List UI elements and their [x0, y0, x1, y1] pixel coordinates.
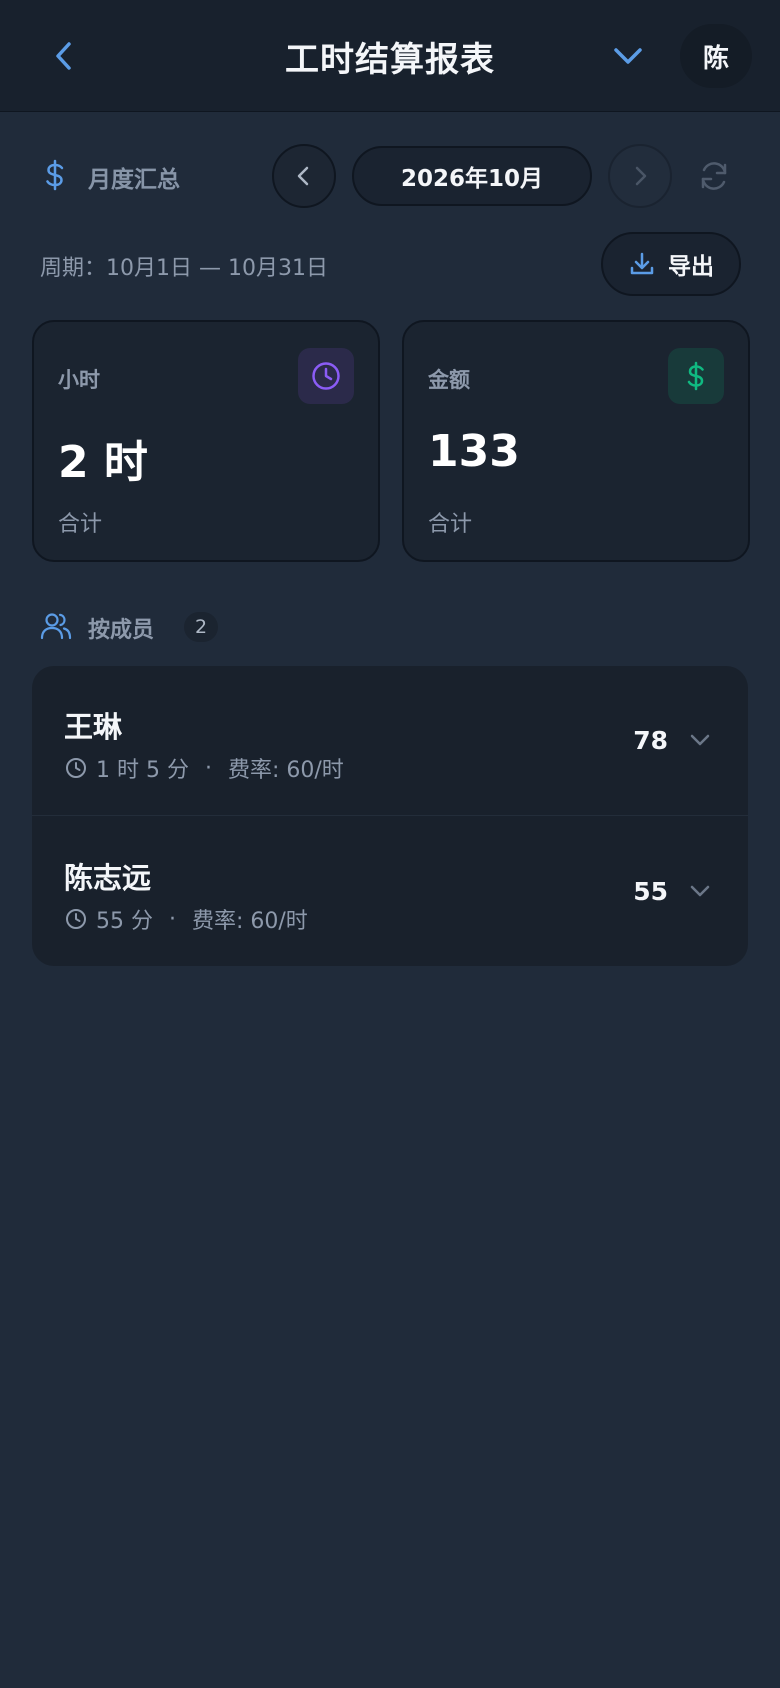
- separator-dot: ·: [169, 906, 176, 932]
- refresh-icon: [701, 162, 727, 190]
- month-selector[interactable]: 2026年10月: [352, 146, 592, 206]
- chevron-left-icon: [56, 42, 71, 70]
- avatar[interactable]: 陈: [680, 24, 752, 88]
- members-count-badge: 2: [184, 612, 218, 642]
- top-bar: 工时结算报表 陈: [0, 0, 780, 112]
- chevron-left-icon: [297, 166, 309, 186]
- dollar-icon: [38, 158, 72, 192]
- clock-icon: [66, 909, 86, 929]
- amount-label: 金额: [428, 368, 470, 392]
- member-row[interactable]: 王琳 1 时 5 分 · 费率: 60/时 78: [32, 666, 748, 816]
- download-icon: [630, 252, 654, 275]
- hours-icon-box: [298, 348, 354, 404]
- hours-stat-card: 小时 2 时 合计: [32, 320, 380, 562]
- refresh-button[interactable]: [694, 156, 734, 196]
- menu-dropdown-button[interactable]: [608, 36, 648, 76]
- summary-label: 月度汇总: [88, 167, 180, 193]
- member-name: 王琳: [64, 710, 123, 744]
- clock-icon: [66, 758, 86, 778]
- member-name: 陈志远: [64, 861, 152, 895]
- member-meta: 55 分 · 费率: 60/时: [64, 903, 308, 935]
- export-button[interactable]: 导出: [601, 232, 741, 296]
- dollar-icon: [687, 361, 704, 391]
- previous-month-button[interactable]: [272, 144, 336, 208]
- members-label: 按成员: [88, 618, 155, 643]
- chevron-down-icon[interactable]: [686, 877, 714, 905]
- member-duration: 1 时 5 分: [96, 758, 189, 783]
- member-row[interactable]: 陈志远 55 分 · 费率: 60/时 55: [32, 817, 748, 966]
- member-amount: 55: [633, 877, 668, 906]
- clock-icon: [312, 362, 340, 390]
- member-list: 王琳 1 时 5 分 · 费率: 60/时 78 陈志远 55 分 · 费率: …: [32, 666, 748, 966]
- back-button[interactable]: [44, 36, 84, 76]
- separator-dot: ·: [204, 755, 212, 781]
- hours-label: 小时: [58, 368, 100, 392]
- hours-sub: 合计: [58, 512, 103, 537]
- amount-stat-card: 金额 133 合计: [402, 320, 750, 562]
- amount-sub: 合计: [428, 512, 473, 537]
- chevron-down-icon: [614, 48, 642, 64]
- hours-value: 2 时: [58, 437, 148, 488]
- page-title: 工时结算报表: [285, 40, 495, 80]
- member-rate: 费率: 60/时: [227, 758, 344, 783]
- member-duration: 55 分: [96, 909, 153, 934]
- period-range: 周期：10月1日 — 10月31日: [40, 256, 328, 281]
- chevron-down-icon[interactable]: [686, 726, 714, 754]
- member-amount: 78: [633, 726, 668, 755]
- users-icon: [40, 610, 72, 642]
- amount-icon-box: [668, 348, 724, 404]
- chevron-right-icon: [635, 166, 647, 186]
- next-month-button[interactable]: [608, 144, 672, 208]
- member-meta: 1 时 5 分 · 费率: 60/时: [64, 752, 344, 784]
- amount-value: 133: [428, 426, 520, 477]
- export-label: 导出: [668, 254, 714, 280]
- member-rate: 费率: 60/时: [192, 909, 308, 934]
